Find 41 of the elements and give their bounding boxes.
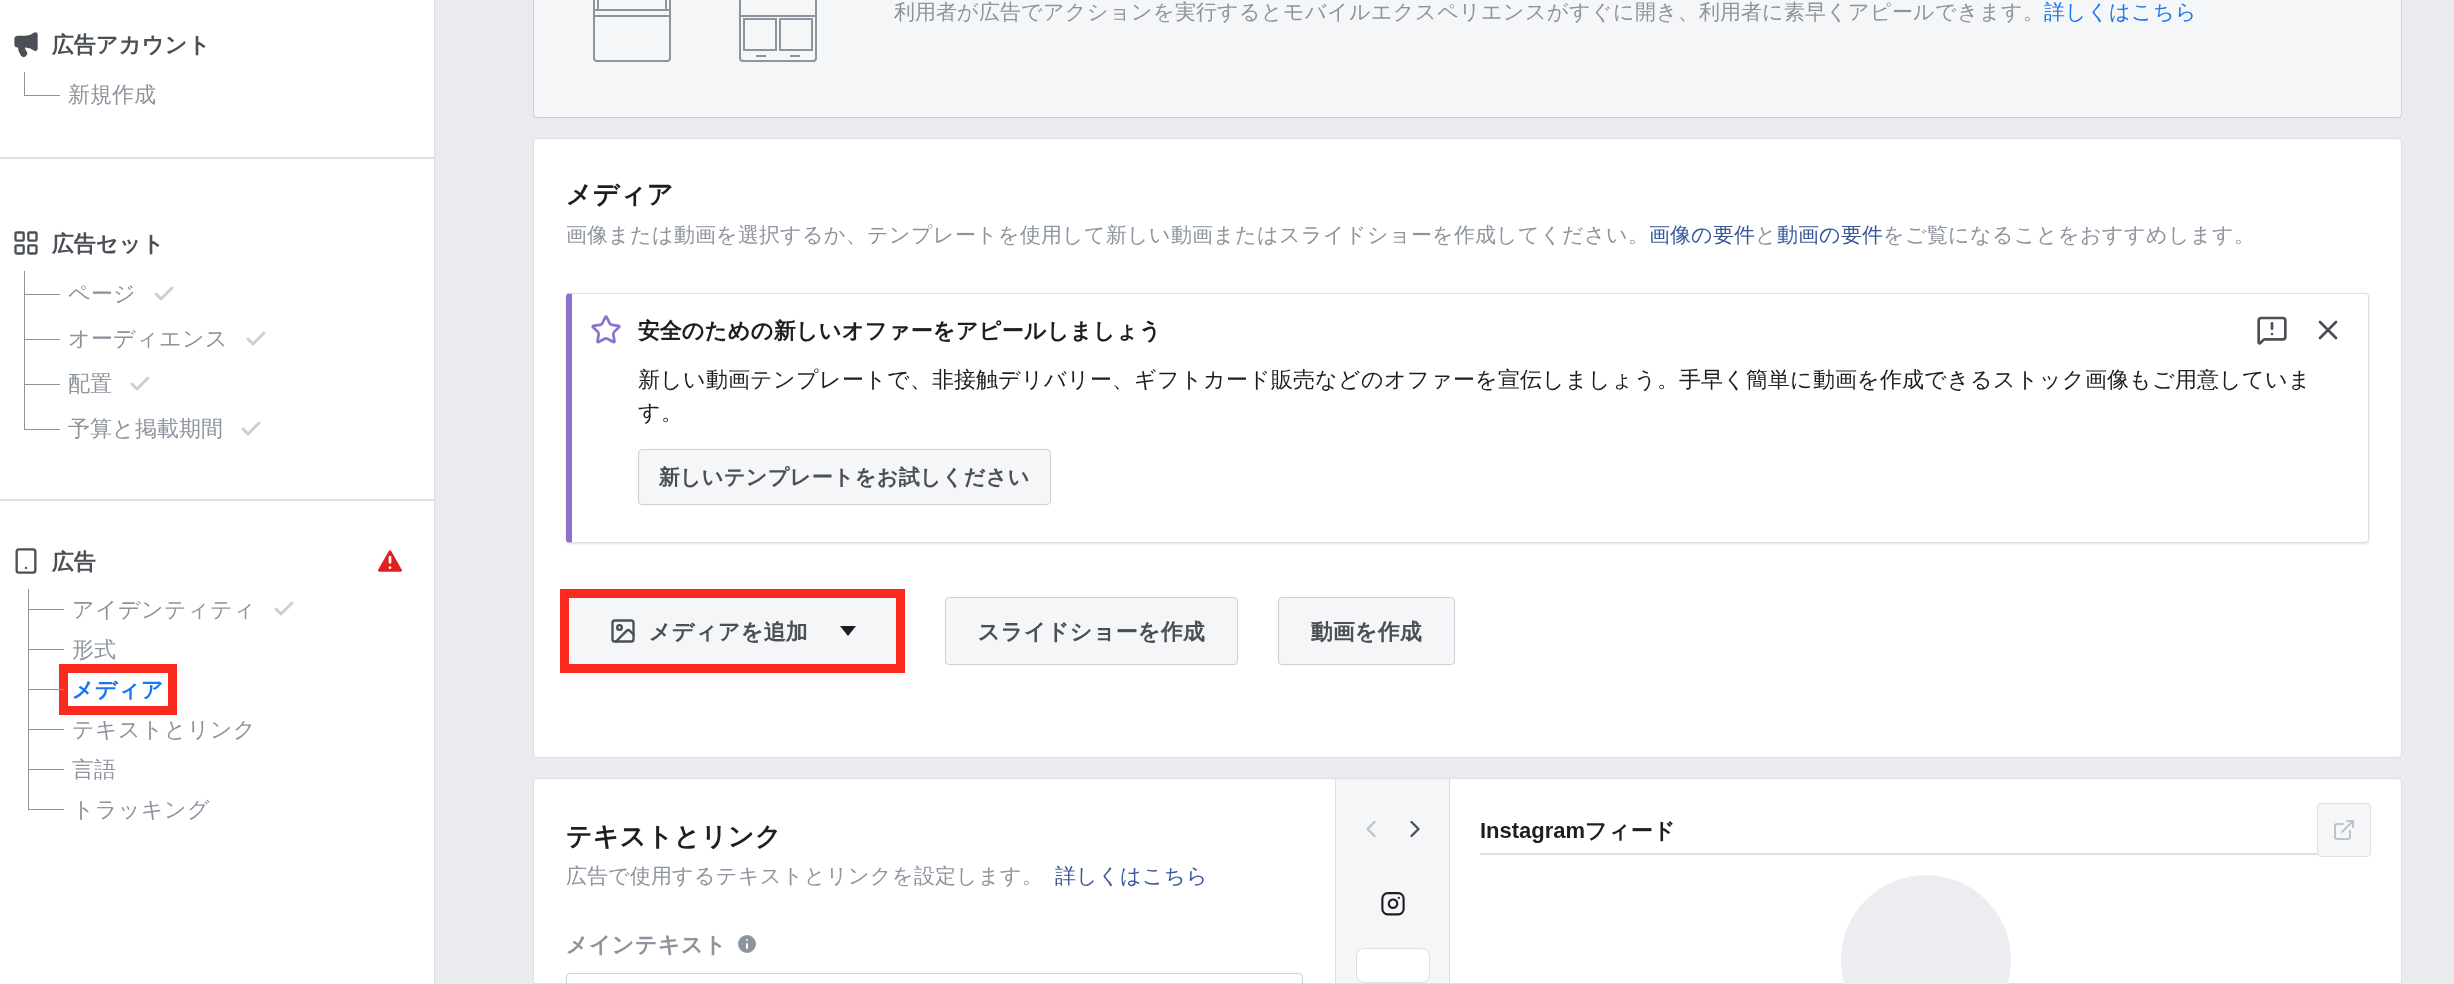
- grid-icon: [12, 229, 40, 257]
- media-description: 画像または動画を選択するか、テンプレートを使用して新しい動画またはスライドショーを作成してください。画像の要件と 動画の要件をご覧になることをおすすめします。: [566, 222, 2256, 248]
- sidebar-item[interactable]: ページ: [64, 277, 140, 310]
- sidebar-item[interactable]: オーディエンス: [64, 322, 232, 355]
- field-label: メインテキスト: [566, 930, 727, 959]
- sidebar-item[interactable]: 予算と掲載期間: [64, 412, 227, 445]
- requirements-link[interactable]: 動画の要件: [1777, 223, 1883, 246]
- sidebar-item[interactable]: 形式: [68, 632, 120, 666]
- section-title: 広告アカウント: [52, 30, 211, 59]
- action-button[interactable]: スライドショーを作成: [945, 597, 1238, 665]
- card-title: メディア: [566, 178, 675, 211]
- try-template-button[interactable]: 新しいテンプレートをお試しください: [638, 449, 1051, 505]
- preview-title: Instagramフィード: [1480, 816, 1677, 845]
- card-title: テキストとリンク: [566, 820, 783, 853]
- external-link-icon: [2332, 818, 2356, 842]
- section-title: 広告セット: [52, 229, 165, 258]
- learn-more-link[interactable]: 詳しくはこちら: [2044, 0, 2197, 28]
- sidebar-item[interactable]: トラッキング: [68, 792, 214, 826]
- notice-body: 新しい動画テンプレートで、非接触デリバリー、ギフトカード販売などのオファーを宣伝しましょう。手早く簡単に動画を作成できるストック画像もご用意しています。: [638, 366, 2312, 427]
- external-link-button[interactable]: [2317, 803, 2371, 857]
- sidebar-item[interactable]: 配置: [64, 367, 116, 400]
- placement-tile[interactable]: [1355, 948, 1430, 983]
- sidebar-item[interactable]: メディア: [59, 663, 177, 715]
- action-button[interactable]: 動画を作成: [1278, 597, 1455, 665]
- info-icon[interactable]: [735, 932, 759, 956]
- format-description: 利用者が広告でアクションを実行するとモバイルエクスペリエンスがすぐに開き、利用者に素早くアピールできます。: [894, 0, 2044, 25]
- megaphone-icon: [12, 30, 40, 58]
- text-card-description: 広告で使用するテキストとリンクを設定します。: [566, 863, 1043, 889]
- notice-title: 安全のための新しいオファーをアピールしましょう: [638, 317, 1162, 345]
- learn-more-link[interactable]: 詳しくはこちら: [1055, 860, 1208, 892]
- star-icon: [590, 314, 622, 346]
- requirements-link[interactable]: 画像の要件: [1649, 223, 1755, 246]
- sidebar-item[interactable]: テキストとリンク: [68, 712, 260, 746]
- sidebar-item[interactable]: 言語: [68, 752, 120, 786]
- image-icon: [609, 617, 637, 645]
- feedback-icon[interactable]: [2256, 314, 2288, 346]
- section-title: 広告: [52, 547, 96, 576]
- caret-icon: [840, 626, 856, 636]
- sidebar-item[interactable]: 新規作成: [64, 78, 160, 111]
- sidebar-item[interactable]: アイデンティティ: [68, 592, 260, 626]
- add-media-button[interactable]: メディアを追加: [560, 589, 905, 673]
